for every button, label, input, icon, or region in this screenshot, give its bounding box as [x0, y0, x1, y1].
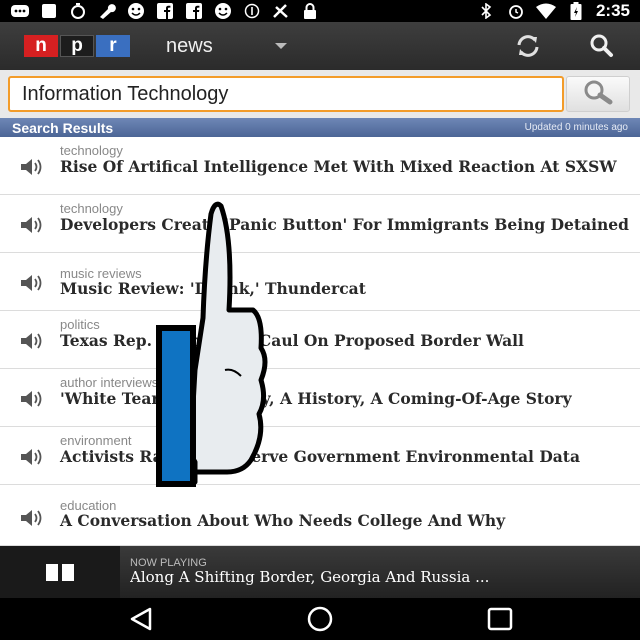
- status-left-icons: [10, 3, 320, 19]
- list-item[interactable]: education A Conversation About Who Needs…: [0, 485, 640, 546]
- section-selector-label[interactable]: news: [166, 35, 213, 58]
- home-icon[interactable]: [305, 606, 335, 632]
- wrench-icon: [97, 3, 117, 19]
- pause-icon-left: [46, 563, 58, 581]
- story-title[interactable]: Developers Create 'Panic Button' For Imm…: [60, 217, 632, 233]
- story-title[interactable]: Activists Race To Preserve Government En…: [60, 449, 632, 465]
- bluetooth-icon: [476, 3, 496, 19]
- speaker-icon[interactable]: [19, 389, 47, 409]
- magnifier-icon: [581, 79, 615, 109]
- info-icon: [242, 3, 262, 19]
- story-category: technology: [60, 143, 123, 158]
- smiley-icon: [213, 3, 233, 19]
- npr-logo-n: n: [24, 35, 58, 57]
- list-item[interactable]: author interviews 'White Tears': A Myste…: [0, 369, 640, 427]
- speaker-icon[interactable]: [19, 508, 47, 528]
- facebook-icon: [184, 3, 204, 19]
- story-title[interactable]: 'White Tears': A Mystery, A History, A C…: [60, 391, 632, 407]
- battery-icon: [566, 2, 586, 20]
- npr-logo-p: p: [60, 35, 94, 57]
- search-icon[interactable]: [588, 32, 616, 60]
- results-title: Search Results: [12, 119, 114, 136]
- story-category: politics: [60, 317, 100, 332]
- speaker-icon[interactable]: [19, 215, 47, 235]
- clock-time: 2:35: [595, 1, 630, 20]
- list-item[interactable]: environment Activists Race To Preserve G…: [0, 427, 640, 485]
- speaker-icon[interactable]: [19, 273, 47, 293]
- results-list: technology Rise Of Artifical Intelligenc…: [0, 137, 640, 546]
- navigation-bar: [0, 598, 640, 640]
- story-title[interactable]: Texas Rep. Michael McCaul On Proposed Bo…: [60, 333, 632, 349]
- list-item[interactable]: technology Developers Create 'Panic Butt…: [0, 195, 640, 253]
- speaker-icon[interactable]: [19, 157, 47, 177]
- list-item[interactable]: politics Texas Rep. Michael McCaul On Pr…: [0, 311, 640, 369]
- now-playing-bar[interactable]: NOW PLAYING Along A Shifting Border, Geo…: [0, 546, 640, 598]
- pause-icon-right: [62, 563, 74, 581]
- story-category: environment: [60, 433, 132, 448]
- list-item[interactable]: technology Rise Of Artifical Intelligenc…: [0, 137, 640, 195]
- npr-logo-r: r: [96, 35, 130, 57]
- chevron-down-icon[interactable]: [274, 43, 287, 49]
- speaker-icon[interactable]: [19, 447, 47, 467]
- story-category: author interviews: [60, 375, 159, 390]
- action-bar: n p r news: [0, 22, 640, 70]
- results-header: Search Results Updated 0 minutes ago: [0, 118, 640, 137]
- search-button[interactable]: [566, 76, 630, 112]
- pause-button[interactable]: [0, 546, 120, 598]
- now-playing-title[interactable]: Along A Shifting Border, Georgia And Rus…: [130, 568, 630, 586]
- story-category: technology: [60, 201, 123, 216]
- message-icon: [10, 3, 30, 19]
- smiley-icon: [126, 3, 146, 19]
- wifi-icon: [535, 3, 556, 19]
- story-title[interactable]: A Conversation About Who Needs College A…: [60, 513, 632, 529]
- search-input[interactable]: [8, 76, 564, 112]
- speaker-icon[interactable]: [19, 331, 47, 351]
- recents-icon[interactable]: [485, 606, 515, 632]
- alarm-icon: [506, 3, 526, 19]
- status-right-icons: 2:35: [476, 1, 630, 21]
- facebook-icon: [155, 3, 175, 19]
- results-updated-time: Updated 0 minutes ago: [524, 122, 628, 133]
- search-row: [0, 70, 640, 118]
- lock-icon: [300, 3, 320, 19]
- story-title[interactable]: Rise Of Artifical Intelligence Met With …: [60, 159, 632, 175]
- no-signal-icon: [271, 3, 291, 19]
- npr-logo[interactable]: n p r: [24, 35, 130, 57]
- list-item[interactable]: music reviews Music Review: 'Drunk,' Thu…: [0, 253, 640, 311]
- notification-icon: [39, 3, 59, 19]
- back-icon[interactable]: [126, 606, 156, 632]
- story-title[interactable]: Music Review: 'Drunk,' Thundercat: [60, 281, 632, 297]
- status-bar: 2:35: [0, 0, 640, 22]
- refresh-icon[interactable]: [514, 32, 542, 60]
- timer-icon: [68, 3, 88, 19]
